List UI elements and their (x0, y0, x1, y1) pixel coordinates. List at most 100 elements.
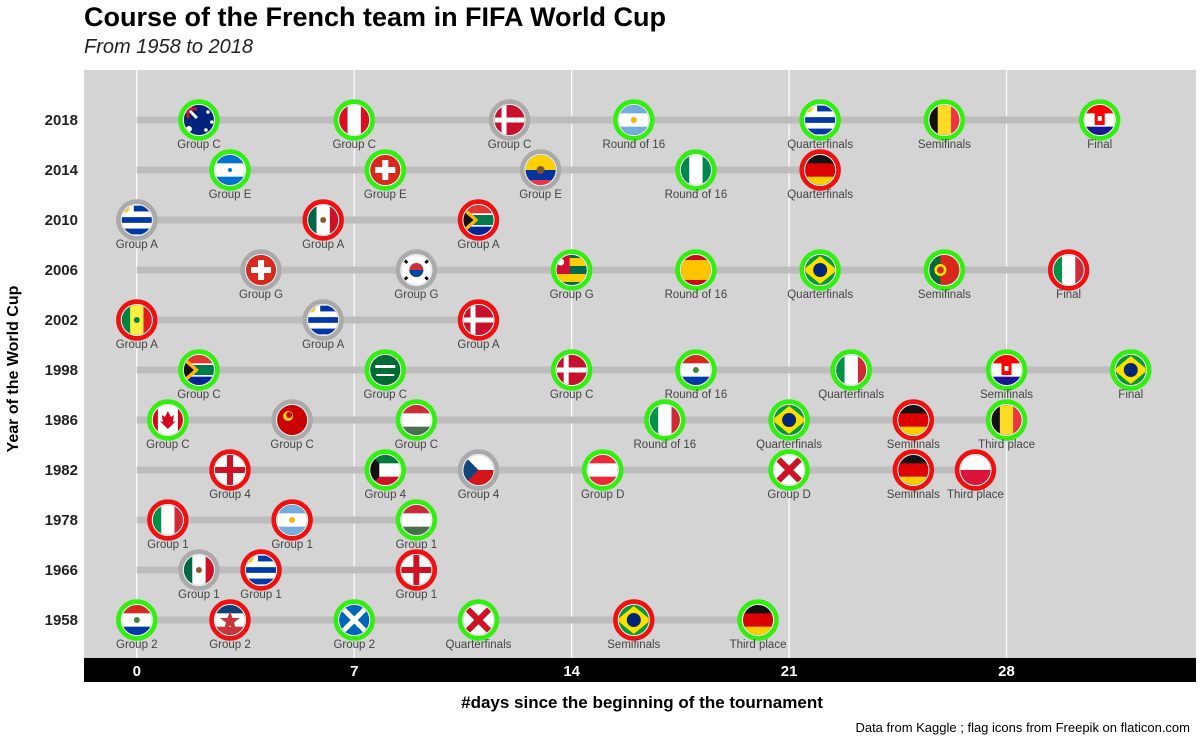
stage-label: Group 1 (396, 539, 438, 551)
match-2018-australia (178, 99, 220, 141)
match-1982-west-germany (892, 449, 935, 491)
match-1958-scotland (333, 599, 375, 641)
stage-label: Group C (177, 389, 220, 401)
match-1986-canada (147, 399, 189, 441)
y-tick-label: 2002 (45, 312, 78, 329)
stage-label: Group 4 (209, 489, 251, 501)
y-tick-label: 2014 (45, 162, 79, 179)
stage-label: Round of 16 (665, 289, 728, 301)
stage-label: Semifinals (607, 639, 660, 651)
stage-label: Group C (270, 439, 313, 451)
match-1958-yugoslavia (209, 599, 251, 641)
stage-label: Group C (364, 389, 407, 401)
stage-label: Quarterfinals (787, 189, 853, 201)
match-1998-italy (830, 349, 872, 391)
stage-label: Group A (457, 239, 500, 251)
stage-label: Group C (395, 439, 438, 451)
stage-label: Group 1 (147, 539, 189, 551)
x-axis-bar (84, 658, 1196, 682)
stage-label: Group A (457, 339, 500, 351)
stage-label: Group 2 (333, 639, 375, 651)
match-2006-south-korea (395, 249, 438, 291)
match-1958-paraguay (116, 599, 158, 641)
match-1966-mexico (178, 549, 220, 591)
x-tick-label: 0 (133, 663, 141, 680)
stage-label: Round of 16 (665, 389, 728, 401)
y-tick-label: 1958 (45, 612, 78, 629)
match-1986-hungary (395, 399, 438, 441)
match-2002-uruguay (302, 299, 344, 341)
stage-label: Quarterfinals (446, 639, 512, 651)
match-2010-uruguay (116, 199, 158, 241)
match-1998-paraguay (675, 349, 717, 391)
x-tick-label: 14 (563, 663, 580, 680)
match-2014-germany (799, 149, 841, 191)
match-2018-argentina (613, 99, 655, 141)
stage-label: Group E (209, 189, 252, 201)
match-1982-england (209, 449, 251, 491)
stage-label: Group A (302, 339, 345, 351)
y-tick-label: 1966 (45, 562, 78, 579)
stage-label: Group 1 (271, 539, 313, 551)
stage-label: Group C (177, 139, 220, 151)
match-1958-west-germany (737, 599, 779, 641)
stage-label: Third place (947, 489, 1004, 501)
match-1998-brazil (1110, 349, 1152, 391)
stage-label: Group A (302, 239, 345, 251)
match-1978-hungary (395, 499, 438, 541)
match-2018-belgium (923, 99, 966, 141)
stage-label: Third place (730, 639, 787, 651)
match-2014-honduras (209, 149, 251, 191)
match-2018-peru (333, 99, 375, 141)
stage-label: Group 1 (178, 589, 220, 601)
stage-label: Round of 16 (634, 439, 697, 451)
stage-label: Quarterfinals (787, 139, 853, 151)
stage-label: Group A (116, 339, 159, 351)
match-2014-switzerland (364, 149, 407, 191)
y-tick-label: 2006 (45, 262, 78, 279)
match-1982-poland (954, 449, 997, 491)
stage-label: Final (1056, 289, 1081, 301)
match-1986-belgium (985, 399, 1028, 441)
match-1982-czechoslovakia (457, 449, 500, 491)
y-tick-label: 1998 (45, 362, 78, 379)
match-1982-kuwait (364, 449, 407, 491)
match-1982-austria (581, 449, 624, 491)
match-2006-spain (675, 249, 717, 291)
stage-label: Group G (550, 289, 594, 301)
stage-label: Group 4 (365, 489, 407, 501)
match-2018-uruguay (799, 99, 841, 141)
match-2006-italy (1047, 249, 1090, 291)
match-1998-saudi-arabia (364, 349, 407, 391)
match-2018-denmark (488, 99, 531, 141)
stage-label: Final (1087, 139, 1112, 151)
stage-label: Group E (519, 189, 562, 201)
stage-label: Group C (333, 139, 376, 151)
stage-label: Group 1 (240, 589, 282, 601)
stage-label: Group G (239, 289, 283, 301)
stage-label: Semifinals (918, 139, 971, 151)
match-2006-brazil (799, 249, 841, 291)
stage-label: Group G (394, 289, 438, 301)
match-1998-south-africa (178, 349, 220, 391)
stage-label: Group E (364, 189, 407, 201)
stage-label: Group 2 (116, 639, 158, 651)
match-1986-italy (644, 399, 686, 441)
stage-label: Group 1 (396, 589, 438, 601)
stage-label: Round of 16 (665, 189, 728, 201)
match-1998-croatia (985, 349, 1028, 391)
match-1958-brazil (613, 599, 655, 641)
y-tick-label: 1986 (45, 412, 78, 429)
stage-label: Semifinals (887, 489, 940, 501)
x-tick-label: 21 (781, 663, 798, 680)
y-tick-label: 1982 (45, 462, 78, 479)
stage-label: Group 4 (458, 489, 500, 501)
match-1986-soviet-union (271, 399, 313, 441)
match-2014-ecuador (519, 149, 562, 191)
stage-label: Group C (550, 389, 593, 401)
match-2006-switzerland (240, 249, 282, 291)
stage-label: Semifinals (918, 289, 971, 301)
match-1978-argentina (271, 499, 313, 541)
match-1982-northern-ireland (768, 449, 810, 491)
match-2018-croatia (1078, 99, 1121, 141)
